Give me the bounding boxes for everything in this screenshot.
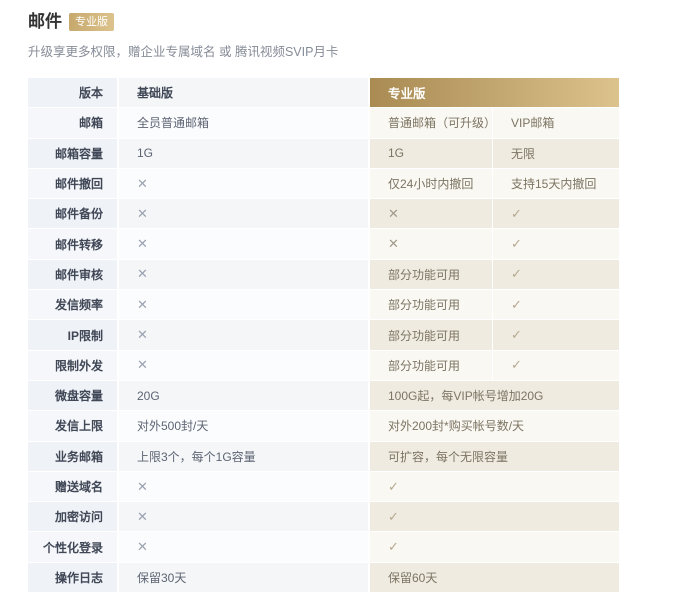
table-row: 邮箱容量1G1G无限 [28,139,619,168]
table-row: 邮件撤回✕仅24小时内撤回支持15天内撤回 [28,169,619,198]
check-icon: ✓ [493,229,619,258]
comparison-table: 版本 基础版 专业版 邮箱全员普通邮箱普通邮箱（可升级）VIP邮箱邮箱容量1G1… [28,78,619,592]
table-row: 发信频率✕部分功能可用✓ [28,290,619,319]
cell-value: 保留60天 [370,563,619,592]
cell-value: 100G起，每VIP帐号增加20G [370,381,619,410]
table-header-row: 版本 基础版 专业版 [28,78,619,107]
table-row: 邮件审核✕部分功能可用✓ [28,260,619,289]
row-label: 邮箱 [28,108,117,137]
mail-pricing-page: 邮件 专业版 升级享更多权限，赠企业专属域名 或 腾讯视频SVIP月卡 版本 基… [0,0,678,603]
row-label: 发信上限 [28,411,117,440]
column-header-pro: 专业版 [370,78,619,107]
cell-value: 可扩容，每个无限容量 [370,442,619,471]
table-row: 操作日志保留30天保留60天 [28,563,619,592]
row-label: 邮箱容量 [28,139,117,168]
table-row: 邮件转移✕✕✓ [28,229,619,258]
cell-value: 普通邮箱（可升级） [370,108,492,137]
check-icon: ✓ [370,532,619,561]
row-label: 发信频率 [28,290,117,319]
cell-value: 无限 [493,139,619,168]
cell-value: 部分功能可用 [370,320,492,349]
row-label: 加密访问 [28,502,117,531]
cell-value: 部分功能可用 [370,290,492,319]
row-label: 邮件撤回 [28,169,117,198]
table-row: 发信上限对外500封/天对外200封*购买帐号数/天 [28,411,619,440]
table-row: 邮件备份✕✕✓ [28,199,619,228]
cross-icon: ✕ [119,199,368,228]
check-icon: ✓ [493,290,619,319]
cross-icon: ✕ [119,351,368,380]
cell-value: 保留30天 [119,563,368,592]
row-label: 邮件转移 [28,229,117,258]
table-row: 限制外发✕部分功能可用✓ [28,351,619,380]
row-label: 业务邮箱 [28,442,117,471]
table-row: 赠送域名✕✓ [28,472,619,501]
check-icon: ✓ [493,199,619,228]
column-header-version: 版本 [28,78,117,107]
cell-value: 1G [119,139,368,168]
cross-icon: ✕ [119,169,368,198]
row-label: 个性化登录 [28,532,117,561]
page-subtitle: 升级享更多权限，赠企业专属域名 或 腾讯视频SVIP月卡 [28,41,338,60]
row-label: 操作日志 [28,563,117,592]
check-icon: ✓ [493,351,619,380]
cell-value: 仅24小时内撤回 [370,169,492,198]
row-label: 微盘容量 [28,381,117,410]
cell-value: VIP邮箱 [493,108,619,137]
page-header: 邮件 专业版 升级享更多权限，赠企业专属域名 或 腾讯视频SVIP月卡 [28,12,338,60]
cell-value: 支持15天内撤回 [493,169,619,198]
table-body: 邮箱全员普通邮箱普通邮箱（可升级）VIP邮箱邮箱容量1G1G无限邮件撤回✕仅24… [28,108,619,592]
cross-icon: ✕ [119,229,368,258]
column-header-basic: 基础版 [119,78,368,107]
cell-value: 全员普通邮箱 [119,108,368,137]
cell-value: 上限3个，每个1G容量 [119,442,368,471]
cross-icon: ✕ [119,260,368,289]
cell-value: 对外500封/天 [119,411,368,440]
cross-icon: ✕ [119,502,368,531]
check-icon: ✓ [493,320,619,349]
table-row: 邮箱全员普通邮箱普通邮箱（可升级）VIP邮箱 [28,108,619,137]
cell-value: 部分功能可用 [370,351,492,380]
table-row: 加密访问✕✓ [28,502,619,531]
check-icon: ✓ [493,260,619,289]
cell-value: 20G [119,381,368,410]
cell-value: 部分功能可用 [370,260,492,289]
table-row: 个性化登录✕✓ [28,532,619,561]
check-icon: ✓ [370,502,619,531]
row-label: 限制外发 [28,351,117,380]
cell-value: 对外200封*购买帐号数/天 [370,411,619,440]
cross-icon: ✕ [370,199,492,228]
table-row: 微盘容量20G100G起，每VIP帐号增加20G [28,381,619,410]
page-title: 邮件 [28,12,62,32]
table-row: 业务邮箱上限3个，每个1G容量可扩容，每个无限容量 [28,442,619,471]
table-row: IP限制✕部分功能可用✓ [28,320,619,349]
check-icon: ✓ [370,472,619,501]
pro-edition-badge: 专业版 [69,13,114,31]
row-label: 邮件备份 [28,199,117,228]
row-label: 赠送域名 [28,472,117,501]
row-label: 邮件审核 [28,260,117,289]
cross-icon: ✕ [119,472,368,501]
cross-icon: ✕ [119,532,368,561]
cross-icon: ✕ [119,290,368,319]
cell-value: 1G [370,139,492,168]
cross-icon: ✕ [119,320,368,349]
row-label: IP限制 [28,320,117,349]
cross-icon: ✕ [370,229,492,258]
